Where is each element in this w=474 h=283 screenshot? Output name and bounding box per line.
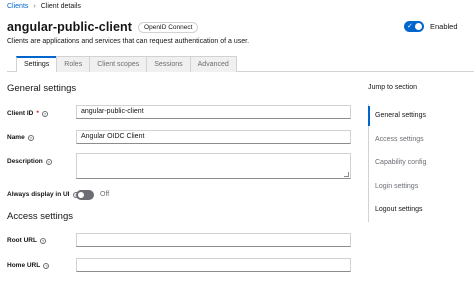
name-label-text: Name [7,134,25,141]
tab-client-scopes[interactable]: Client scopes [89,56,148,72]
breadcrumb: Clients › Client details [7,3,81,10]
jump-item-logout-settings[interactable]: Logout settings [369,198,474,222]
breadcrumb-chevron-icon: › [33,3,36,10]
access-settings-heading: Access settings [7,211,73,222]
check-icon: ✓ [407,23,413,30]
always-display-label-text: Always display in UI [7,191,70,198]
always-display-label: Always display in UI ? [7,191,79,198]
root-url-label-text: Root URL [7,237,37,244]
toggle-knob [78,192,84,198]
home-url-label: Home URL ? [7,262,50,269]
tab-bar: Settings Roles Client scopes Sessions Ad… [16,56,237,72]
always-display-state: Off [100,191,110,198]
tab-sessions[interactable]: Sessions [146,56,191,72]
tab-settings[interactable]: Settings [16,56,58,72]
enabled-label: Enabled [430,22,458,31]
title-row: angular-public-client OpenID Connect [7,20,199,34]
jump-item-capability-config[interactable]: Capability config [369,151,474,175]
help-circle-icon[interactable]: ? [45,158,52,165]
description-label-text: Description [7,158,43,165]
page-title: angular-public-client [7,20,133,34]
help-circle-icon[interactable]: ? [39,237,46,244]
resize-handle-icon[interactable] [344,172,349,177]
toggle-knob [415,23,422,30]
description-label: Description ? [7,158,52,165]
enabled-toggle[interactable]: ✓ [404,21,424,32]
client-id-input[interactable]: angular-public-client [76,105,351,119]
always-display-toggle[interactable] [76,190,94,200]
page-subtitle: Clients are applications and services th… [7,38,250,45]
breadcrumb-current: Client details [40,3,81,10]
breadcrumb-clients-link[interactable]: Clients [7,3,28,10]
client-id-label: Client ID * ? [7,110,48,117]
name-label: Name ? [7,134,34,141]
required-mark: * [36,110,39,117]
jump-item-general-settings[interactable]: General settings [368,104,474,128]
root-url-input[interactable] [76,233,351,247]
help-circle-icon[interactable]: ? [41,110,48,117]
jump-nav: General settings Access settings Capabil… [368,104,474,222]
help-circle-icon[interactable]: ? [43,262,50,269]
jump-item-login-settings[interactable]: Login settings [369,175,474,199]
general-settings-heading: General settings [7,83,77,94]
description-textarea[interactable] [76,153,351,179]
home-url-input[interactable] [76,258,351,272]
jump-item-access-settings[interactable]: Access settings [369,128,474,152]
name-input[interactable]: Angular OIDC Client [76,130,351,144]
help-circle-icon[interactable]: ? [27,134,34,141]
root-url-label: Root URL ? [7,237,46,244]
client-id-label-text: Client ID [7,110,34,117]
protocol-badge: OpenID Connect [138,21,199,33]
jump-to-section-title: Jump to section [368,84,418,91]
tab-roles[interactable]: Roles [56,56,91,72]
tab-advanced[interactable]: Advanced [189,56,237,72]
home-url-label-text: Home URL [7,262,41,269]
